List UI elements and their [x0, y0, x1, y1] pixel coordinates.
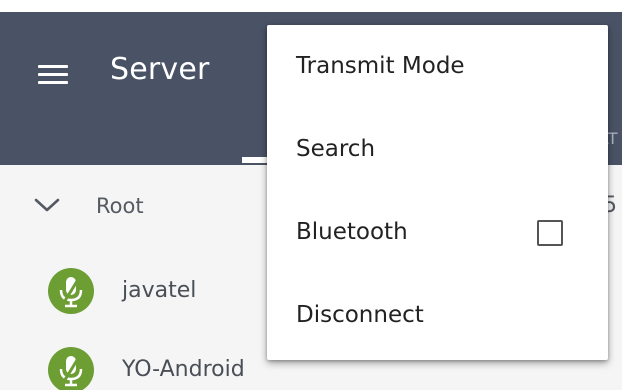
menu-item-search[interactable]: Search: [267, 108, 608, 191]
bluetooth-checkbox[interactable]: [537, 220, 563, 246]
menu-icon-bar: [38, 65, 68, 68]
microphone-icon: [59, 277, 83, 308]
page-title: Server: [110, 52, 210, 87]
menu-item-label: Transmit Mode: [296, 53, 465, 79]
menu-item-label: Search: [296, 136, 376, 162]
menu-item-label: Bluetooth: [296, 219, 408, 245]
menu-item-disconnect[interactable]: Disconnect: [267, 274, 608, 357]
user-avatar: [48, 268, 94, 314]
menu-icon-bar: [38, 73, 68, 76]
user-name[interactable]: YO-Android: [122, 357, 245, 382]
status-strip: [0, 0, 622, 12]
app-screen: Server AT Root 5 javatel YO-Android Tran…: [0, 0, 622, 390]
microphone-icon: [59, 356, 83, 387]
channel-root-label[interactable]: Root: [96, 194, 144, 218]
menu-item-bluetooth[interactable]: Bluetooth: [267, 191, 608, 274]
chevron-down-icon[interactable]: [33, 197, 61, 213]
menu-item-label: Disconnect: [296, 302, 424, 328]
menu-item-transmit-mode[interactable]: Transmit Mode: [267, 25, 608, 108]
menu-icon[interactable]: [38, 65, 68, 85]
user-name[interactable]: javatel: [122, 278, 196, 303]
menu-icon-bar: [38, 81, 68, 84]
overflow-menu: Transmit Mode Search Bluetooth Disconnec…: [267, 25, 608, 360]
user-avatar: [48, 347, 94, 390]
